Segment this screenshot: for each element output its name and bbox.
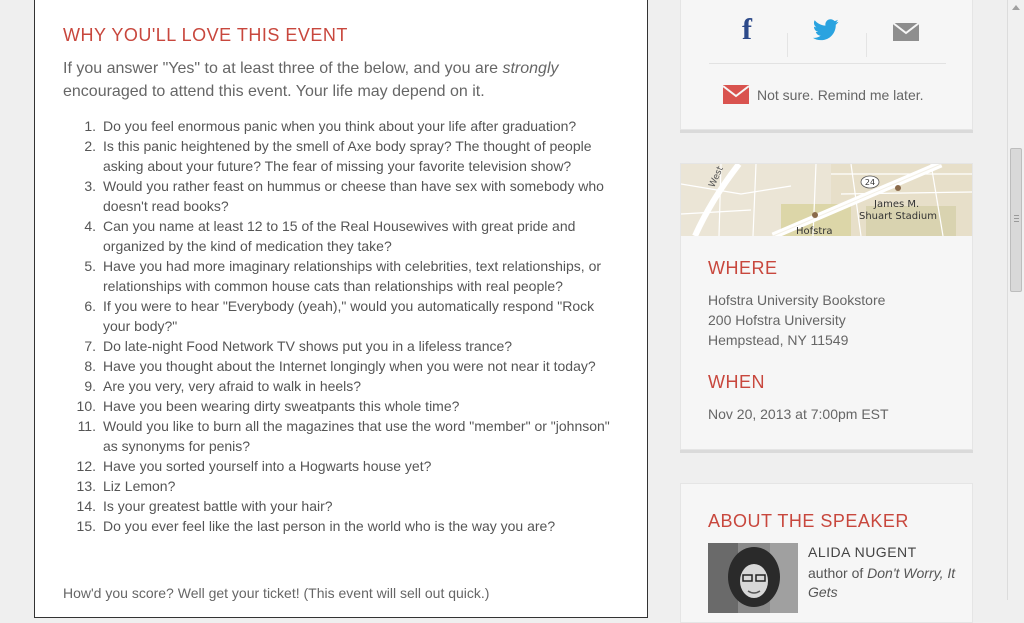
grip-line xyxy=(1014,221,1019,222)
question-item: 4. Can you name at least 12 to 15 of the … xyxy=(63,216,623,256)
event-description-panel: WHY YOU'LL LOVE THIS EVENT If you answer… xyxy=(34,0,648,618)
email-icon xyxy=(722,85,750,104)
campus-marker-icon xyxy=(812,212,818,218)
question-text: Can you name at least 12 to 15 of the Re… xyxy=(103,218,576,254)
question-number: 9. xyxy=(84,378,96,394)
question-number: 15. xyxy=(76,518,96,534)
intro-emphasis: strongly xyxy=(502,60,559,77)
where-heading: WHERE xyxy=(708,258,778,278)
question-item: 7. Do late-night Food Network TV shows pu… xyxy=(63,336,623,356)
question-item: 11. Would you like to burn all the magazi… xyxy=(63,416,623,456)
question-number: 3. xyxy=(84,178,96,194)
outro-text: How'd you score? Well get your ticket! (… xyxy=(63,585,490,601)
question-item: 14. Is your greatest battle with your hai… xyxy=(63,496,623,516)
share-divider xyxy=(709,63,946,64)
question-text: Have you sorted yourself into a Hogwarts… xyxy=(103,458,432,474)
question-number: 14. xyxy=(76,498,96,514)
intro-text: If you answer "Yes" to at least three of… xyxy=(63,60,503,77)
question-item: 15. Do you ever feel like the last person… xyxy=(63,516,623,536)
speaker-description: author of Don't Worry, It Gets xyxy=(808,564,958,602)
share-separator xyxy=(866,33,867,57)
question-item: 6. If you were to hear "Everybody (yeah),… xyxy=(63,296,623,336)
question-text: If you were to hear "Everybody (yeah)," … xyxy=(103,298,595,334)
speaker-desc-prefix: author of xyxy=(808,565,868,581)
stadium-marker-icon xyxy=(895,185,901,191)
question-number: 7. xyxy=(84,338,96,354)
remind-me-later-link[interactable]: Not sure. Remind me later. xyxy=(722,85,924,105)
scroll-up-arrow-icon[interactable] xyxy=(1012,5,1020,10)
question-number: 8. xyxy=(84,358,96,374)
question-number: 2. xyxy=(84,138,96,154)
where-address: Hofstra University Bookstore 200 Hofstra… xyxy=(708,290,885,350)
stadium-label-1: James M. xyxy=(873,199,919,210)
question-text: Is your greatest battle with your hair? xyxy=(103,498,333,514)
question-text: Are you very, very afraid to walk in hee… xyxy=(103,378,362,394)
twitter-icon[interactable] xyxy=(806,19,846,53)
question-text: Would you rather feast on hummus or chee… xyxy=(103,178,604,214)
question-text: Is this panic heightened by the smell of… xyxy=(103,138,592,174)
question-number: 1. xyxy=(84,118,96,134)
when-datetime: Nov 20, 2013 at 7:00pm EST xyxy=(708,406,889,422)
question-item: 1. Do you feel enormous panic when you th… xyxy=(63,116,623,136)
address-line-3: Hempstead, NY 11549 xyxy=(708,332,849,348)
remind-text: Not sure. Remind me later. xyxy=(757,87,924,103)
place-label: Hofstra xyxy=(796,226,833,236)
location-card: West 24 James M. Shuart Stadium Hofstra … xyxy=(680,163,973,450)
question-item: 12. Have you sorted yourself into a Hogwa… xyxy=(63,456,623,476)
question-text: Do late-night Food Network TV shows put … xyxy=(103,338,513,354)
route-label: 24 xyxy=(865,178,875,187)
question-number: 5. xyxy=(84,258,96,274)
address-line-2: 200 Hofstra University xyxy=(708,312,846,328)
intro-paragraph: If you answer "Yes" to at least three of… xyxy=(63,57,633,103)
question-text: Liz Lemon? xyxy=(103,478,176,494)
location-map[interactable]: West 24 James M. Shuart Stadium Hofstra xyxy=(681,164,972,236)
question-text: Have you had more imaginary relationship… xyxy=(103,258,602,294)
email-icon[interactable] xyxy=(886,22,926,57)
grip-line xyxy=(1014,215,1019,216)
question-text: Do you ever feel like the last person in… xyxy=(103,518,556,534)
question-number: 11. xyxy=(77,418,96,434)
facebook-glyph: f xyxy=(742,13,752,46)
question-number: 10. xyxy=(76,398,96,414)
share-card: f Not sure. Remind me later. xyxy=(680,0,973,130)
question-item: 8. Have you thought about the Internet lo… xyxy=(63,356,623,376)
share-icons: f xyxy=(681,13,972,57)
question-text: Do you feel enormous panic when you thin… xyxy=(103,118,577,134)
question-number: 6. xyxy=(84,298,96,314)
question-item: 13. Liz Lemon? xyxy=(63,476,623,496)
question-number: 4. xyxy=(84,218,96,234)
share-separator xyxy=(787,33,788,57)
section-heading: WHY YOU'LL LOVE THIS EVENT xyxy=(63,25,348,45)
intro-text-end: encouraged to attend this event. Your li… xyxy=(63,83,485,100)
question-item: 3. Would you rather feast on hummus or ch… xyxy=(63,176,623,216)
question-number: 13. xyxy=(76,478,96,494)
when-heading: WHEN xyxy=(708,372,765,392)
grip-line xyxy=(1014,218,1019,219)
question-item: 5. Have you had more imaginary relationsh… xyxy=(63,256,623,296)
question-text: Would you like to burn all the magazines… xyxy=(103,418,610,454)
question-text: Have you been wearing dirty sweatpants t… xyxy=(103,398,460,414)
question-item: 10. Have you been wearing dirty sweatpant… xyxy=(63,396,623,416)
question-item: 2. Is this panic heightened by the smell … xyxy=(63,136,623,176)
stadium-label-2: Shuart Stadium xyxy=(859,211,937,222)
question-list: 1. Do you feel enormous panic when you th… xyxy=(63,116,623,536)
facebook-icon[interactable]: f xyxy=(727,13,767,47)
vertical-scrollbar[interactable] xyxy=(1007,0,1024,600)
question-item: 9. Are you very, very afraid to walk in h… xyxy=(63,376,623,396)
speaker-card: ABOUT THE SPEAKER ALIDA NUGENT author of… xyxy=(680,483,973,623)
speaker-name[interactable]: ALIDA NUGENT xyxy=(808,544,917,560)
scrollbar-thumb[interactable] xyxy=(1010,148,1022,292)
speaker-heading: ABOUT THE SPEAKER xyxy=(708,511,909,531)
speaker-photo xyxy=(708,543,798,613)
question-number: 12. xyxy=(76,458,96,474)
question-text: Have you thought about the Internet long… xyxy=(103,358,596,374)
address-line-1: Hofstra University Bookstore xyxy=(708,292,886,308)
